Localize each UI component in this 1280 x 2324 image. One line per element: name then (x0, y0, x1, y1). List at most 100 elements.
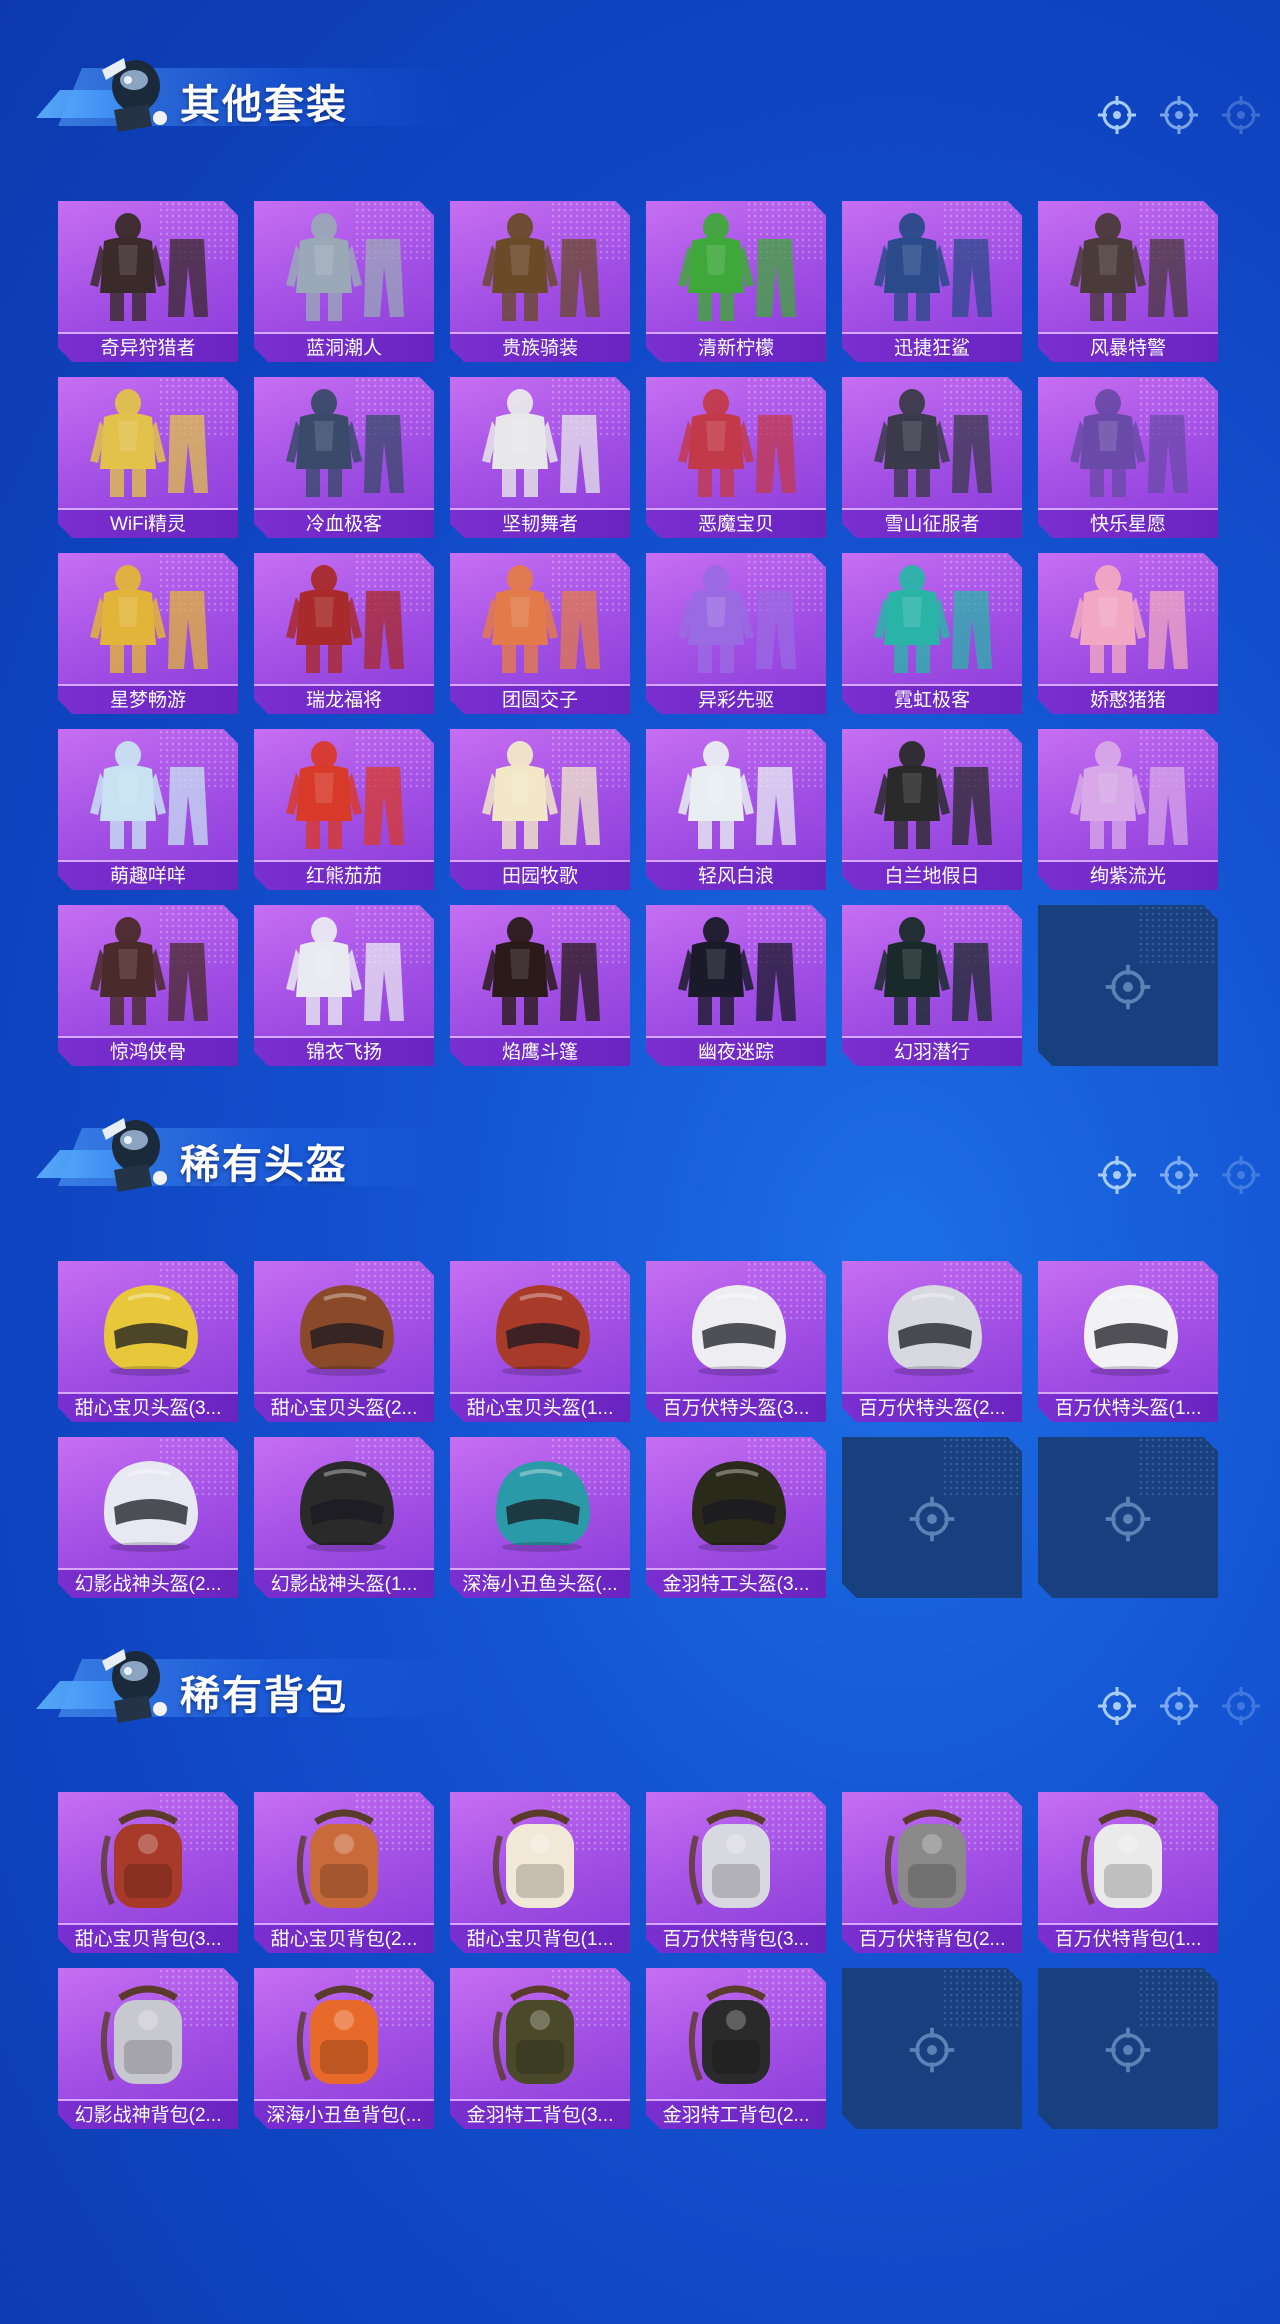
item-card[interactable]: 冷血极客 (254, 377, 434, 538)
section-title: 稀有头盔 (180, 1142, 348, 1188)
crosshair-icon (1096, 1685, 1138, 1732)
crosshair-icon (1096, 1154, 1138, 1201)
item-label: 深海小丑鱼背包(... (254, 2099, 434, 2129)
item-card[interactable]: 惊鸿侠骨 (58, 905, 238, 1066)
item-card[interactable]: 甜心宝贝头盔(3... (58, 1261, 238, 1422)
item-card[interactable]: 百万伏特头盔(1... (1038, 1261, 1218, 1422)
item-card[interactable]: 霓虹极客 (842, 553, 1022, 714)
item-card[interactable]: 甜心宝贝背包(3... (58, 1792, 238, 1953)
item-card[interactable]: 百万伏特头盔(3... (646, 1261, 826, 1422)
item-card[interactable]: 幻羽潜行 (842, 905, 1022, 1066)
item-grid: 甜心宝贝头盔(3... 甜心宝贝头盔(2... 甜心宝贝头盔(1... 百万伏特… (58, 1261, 1218, 1598)
item-card[interactable]: 甜心宝贝背包(1... (450, 1792, 630, 1953)
crosshair-icon (909, 1496, 955, 1542)
item-label: 幽夜迷踪 (646, 1036, 826, 1066)
crosshair-icon (1105, 1496, 1151, 1542)
item-card[interactable]: 娇憨猪猪 (1038, 553, 1218, 714)
item-card[interactable]: 坚韧舞者 (450, 377, 630, 538)
item-label: 霓虹极客 (842, 684, 1022, 714)
item-card[interactable]: 白兰地假日 (842, 729, 1022, 890)
item-card[interactable]: 幻影战神头盔(1... (254, 1437, 434, 1598)
item-card[interactable]: 雪山征服者 (842, 377, 1022, 538)
section-3: 稀有背包 甜心宝贝背包(3... 甜心宝贝背包(2... 甜心宝贝背包(1...… (0, 1629, 1280, 2129)
item-label: 冷血极客 (254, 508, 434, 538)
item-grid: 甜心宝贝背包(3... 甜心宝贝背包(2... 甜心宝贝背包(1... 百万伏特… (58, 1792, 1218, 2129)
item-card[interactable]: 快乐星愿 (1038, 377, 1218, 538)
empty-slot (842, 1968, 1022, 2129)
item-card[interactable]: 幻影战神头盔(2... (58, 1437, 238, 1598)
empty-slot (842, 1437, 1022, 1598)
mascot-icon (102, 1118, 167, 1192)
section-header: 稀有头盔 (0, 1098, 1280, 1194)
item-label: 金羽特工背包(2... (646, 2099, 826, 2129)
item-label: 惊鸿侠骨 (58, 1036, 238, 1066)
mascot-icon (102, 58, 167, 132)
item-card[interactable]: 锦衣飞扬 (254, 905, 434, 1066)
item-card[interactable]: 甜心宝贝头盔(2... (254, 1261, 434, 1422)
empty-slot (1038, 1968, 1218, 2129)
item-label: 贵族骑装 (450, 332, 630, 362)
item-card[interactable]: 轻风白浪 (646, 729, 826, 890)
empty-slot (1038, 905, 1218, 1066)
crosshair-icon (1158, 94, 1200, 141)
item-card[interactable]: 奇异狩猎者 (58, 201, 238, 362)
item-card[interactable]: 瑞龙福将 (254, 553, 434, 714)
item-label: 风暴特警 (1038, 332, 1218, 362)
item-card[interactable]: 异彩先驱 (646, 553, 826, 714)
item-card[interactable]: 红熊茄茄 (254, 729, 434, 890)
crosshair-icon (1158, 1685, 1200, 1732)
item-label: 幻影战神头盔(2... (58, 1568, 238, 1598)
item-card[interactable]: 深海小丑鱼头盔(... (450, 1437, 630, 1598)
crosshair-decor (1096, 1685, 1262, 1732)
item-label: 金羽特工背包(3... (450, 2099, 630, 2129)
item-label: 轻风白浪 (646, 860, 826, 890)
item-label: 百万伏特背包(1... (1038, 1923, 1218, 1953)
item-card[interactable]: 百万伏特背包(1... (1038, 1792, 1218, 1953)
item-card[interactable]: 萌趣咩咩 (58, 729, 238, 890)
item-label: 百万伏特头盔(3... (646, 1392, 826, 1422)
item-label: 雪山征服者 (842, 508, 1022, 538)
crosshair-icon (1220, 1685, 1262, 1732)
item-card[interactable]: 百万伏特背包(2... (842, 1792, 1022, 1953)
item-card[interactable]: 蓝洞潮人 (254, 201, 434, 362)
item-card[interactable]: 星梦畅游 (58, 553, 238, 714)
item-card[interactable]: 团圆交子 (450, 553, 630, 714)
item-card[interactable]: 金羽特工头盔(3... (646, 1437, 826, 1598)
item-card[interactable]: 金羽特工背包(2... (646, 1968, 826, 2129)
item-card[interactable]: 清新柠檬 (646, 201, 826, 362)
item-grid: 奇异狩猎者 蓝洞潮人 贵族骑装 清新柠檬 迅捷狂鲨 风暴特警 WiFi精灵 冷血… (58, 201, 1218, 1066)
item-card[interactable]: 百万伏特头盔(2... (842, 1261, 1022, 1422)
item-card[interactable]: 风暴特警 (1038, 201, 1218, 362)
item-card[interactable]: 贵族骑装 (450, 201, 630, 362)
item-label: 清新柠檬 (646, 332, 826, 362)
crosshair-icon (1105, 964, 1151, 1010)
item-card[interactable]: 田园牧歌 (450, 729, 630, 890)
item-card[interactable]: 百万伏特背包(3... (646, 1792, 826, 1953)
item-label: 迅捷狂鲨 (842, 332, 1022, 362)
item-card[interactable]: 甜心宝贝头盔(1... (450, 1261, 630, 1422)
item-card[interactable]: 幻影战神背包(2... (58, 1968, 238, 2129)
item-label: 百万伏特背包(2... (842, 1923, 1022, 1953)
item-card[interactable]: 焰鹰斗篷 (450, 905, 630, 1066)
item-label: 甜心宝贝头盔(1... (450, 1392, 630, 1422)
crosshair-decor (1096, 94, 1262, 141)
item-card[interactable]: 迅捷狂鲨 (842, 201, 1022, 362)
item-label: 甜心宝贝背包(3... (58, 1923, 238, 1953)
item-label: 蓝洞潮人 (254, 332, 434, 362)
crosshair-icon (909, 2027, 955, 2073)
item-label: 百万伏特背包(3... (646, 1923, 826, 1953)
crosshair-icon (1158, 1154, 1200, 1201)
item-card[interactable]: 金羽特工背包(3... (450, 1968, 630, 2129)
item-card[interactable]: 幽夜迷踪 (646, 905, 826, 1066)
item-label: 团圆交子 (450, 684, 630, 714)
item-label: 甜心宝贝背包(1... (450, 1923, 630, 1953)
item-card[interactable]: 甜心宝贝背包(2... (254, 1792, 434, 1953)
section-title: 稀有背包 (180, 1673, 348, 1719)
item-card[interactable]: 绚紫流光 (1038, 729, 1218, 890)
item-label: 恶魔宝贝 (646, 508, 826, 538)
item-label: 焰鹰斗篷 (450, 1036, 630, 1066)
item-label: 娇憨猪猪 (1038, 684, 1218, 714)
item-card[interactable]: 深海小丑鱼背包(... (254, 1968, 434, 2129)
item-card[interactable]: 恶魔宝贝 (646, 377, 826, 538)
item-card[interactable]: WiFi精灵 (58, 377, 238, 538)
